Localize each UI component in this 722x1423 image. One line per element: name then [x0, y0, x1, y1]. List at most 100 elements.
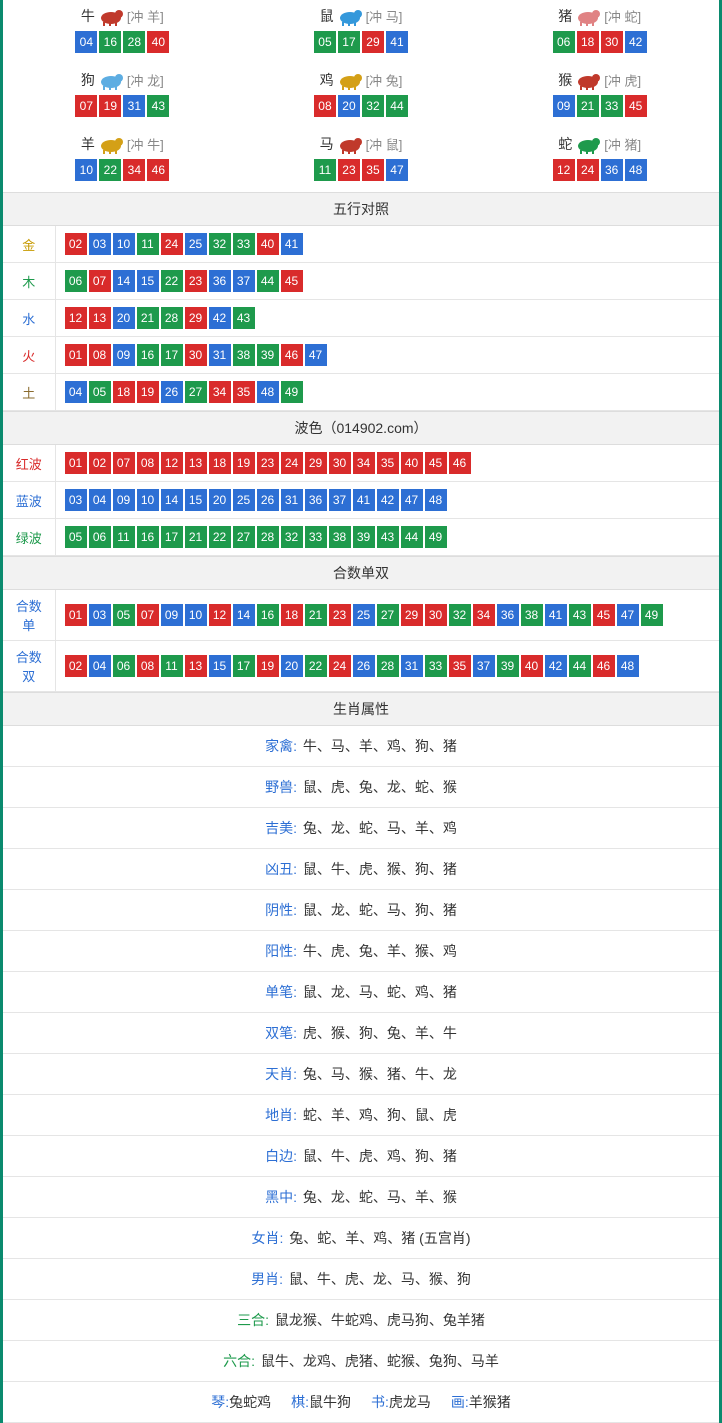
attr-row: 凶丑: 鼠、牛、虎、猴、狗、猪	[3, 849, 719, 890]
number-ball: 18	[577, 31, 599, 53]
zodiac-clash: [冲 龙]	[127, 74, 164, 89]
row-label: 水	[3, 300, 55, 337]
attr-key: 白边:	[265, 1148, 297, 1164]
zodiac-animal-icon	[95, 6, 127, 26]
number-ball: 24	[329, 655, 351, 677]
zodiac-cell: 鸡 [冲 兔] 08203244	[242, 64, 481, 128]
number-ball: 45	[625, 95, 647, 117]
number-ball: 45	[281, 270, 303, 292]
table-row: 火0108091617303138394647	[3, 337, 719, 374]
number-ball: 30	[601, 31, 623, 53]
number-ball: 01	[65, 452, 87, 474]
number-ball: 27	[233, 526, 255, 548]
heshu-table: 合数单0103050709101214161821232527293032343…	[3, 590, 719, 692]
number-ball: 11	[113, 526, 135, 548]
attr-row: 女肖: 兔、蛇、羊、鸡、猪 (五宫肖)	[3, 1218, 719, 1259]
zodiac-name: 狗	[81, 70, 95, 90]
number-ball: 37	[473, 655, 495, 677]
zodiac-cell: 猴[冲 虎]09213345	[480, 64, 719, 128]
number-ball: 11	[137, 233, 159, 255]
zodiac-name: 鸡	[320, 70, 334, 90]
number-ball: 10	[75, 159, 97, 181]
section-header-bose: 波色（014902.com）	[3, 411, 719, 445]
attr-key: 男肖:	[251, 1271, 283, 1287]
four-arts-pair: 棋:鼠牛狗	[291, 1392, 351, 1412]
number-ball: 40	[401, 452, 423, 474]
number-ball: 29	[185, 307, 207, 329]
number-ball: 25	[353, 604, 375, 626]
row-label: 土	[3, 374, 55, 411]
attr-value: 兔、马、猴、猪、牛、龙	[303, 1066, 457, 1082]
row-label: 合数单	[3, 590, 55, 641]
number-ball: 24	[281, 452, 303, 474]
number-ball: 44	[257, 270, 279, 292]
zodiac-animal-icon	[95, 70, 127, 90]
number-ball: 04	[89, 655, 111, 677]
attr-row: 野兽: 鼠、虎、兔、龙、蛇、猴	[3, 767, 719, 808]
zodiac-name: 马	[320, 134, 334, 154]
number-ball: 33	[601, 95, 623, 117]
attr-value: 鼠、虎、兔、龙、蛇、猴	[303, 779, 457, 795]
attr-row: 吉美: 兔、龙、蛇、马、羊、鸡	[3, 808, 719, 849]
zodiac-clash: [冲 兔]	[366, 74, 403, 89]
table-row: 合数双0204060811131517192022242628313335373…	[3, 641, 719, 692]
row-balls: 1213202128294243	[55, 300, 719, 337]
row-balls: 0102070812131819232429303435404546	[55, 445, 719, 482]
number-ball: 22	[161, 270, 183, 292]
number-ball: 46	[147, 159, 169, 181]
attr-row: 男肖: 鼠、牛、虎、龙、马、猴、狗	[3, 1259, 719, 1300]
number-ball: 13	[185, 452, 207, 474]
number-ball: 10	[113, 233, 135, 255]
number-ball: 39	[353, 526, 375, 548]
section-header-wuxing: 五行对照	[3, 192, 719, 226]
number-ball: 06	[553, 31, 575, 53]
number-ball: 04	[65, 381, 87, 403]
number-ball: 26	[257, 489, 279, 511]
number-ball: 15	[209, 655, 231, 677]
zodiac-cell: 马[冲 鼠]11233547	[242, 128, 481, 192]
number-ball: 48	[257, 381, 279, 403]
number-ball: 09	[113, 489, 135, 511]
number-ball: 26	[161, 381, 183, 403]
zodiac-balls: 06183042	[480, 30, 719, 54]
table-row: 红波0102070812131819232429303435404546	[3, 445, 719, 482]
number-ball: 34	[473, 604, 495, 626]
four-value: 鼠牛狗	[309, 1394, 351, 1410]
number-ball: 24	[161, 233, 183, 255]
row-balls: 04051819262734354849	[55, 374, 719, 411]
number-ball: 46	[281, 344, 303, 366]
table-row: 土04051819262734354849	[3, 374, 719, 411]
attr-row: 阳性: 牛、虎、兔、羊、猴、鸡	[3, 931, 719, 972]
number-ball: 21	[577, 95, 599, 117]
zodiac-name: 牛	[81, 6, 95, 26]
number-ball: 12	[65, 307, 87, 329]
attr-value: 鼠、龙、马、蛇、鸡、猪	[303, 984, 457, 1000]
attr-row: 天肖: 兔、马、猴、猪、牛、龙	[3, 1054, 719, 1095]
number-ball: 32	[281, 526, 303, 548]
zodiac-cell: 狗[冲 龙]07193143	[3, 64, 242, 128]
number-ball: 38	[329, 526, 351, 548]
zodiac-balls: 08203244	[242, 94, 481, 118]
number-ball: 03	[89, 233, 111, 255]
attr-row: 地肖: 蛇、羊、鸡、狗、鼠、虎	[3, 1095, 719, 1136]
number-ball: 28	[123, 31, 145, 53]
number-ball: 32	[362, 95, 384, 117]
four-arts-pair: 书:虎龙马	[371, 1392, 431, 1412]
wuxing-table: 金02031011242532334041木060714152223363744…	[3, 226, 719, 411]
four-value: 兔蛇鸡	[229, 1394, 271, 1410]
number-ball: 29	[362, 31, 384, 53]
number-ball: 23	[338, 159, 360, 181]
four-key: 棋:	[291, 1394, 309, 1410]
attr-row: 黑中: 兔、龙、蛇、马、羊、猴	[3, 1177, 719, 1218]
number-ball: 48	[617, 655, 639, 677]
attr-value: 鼠龙猴、牛蛇鸡、虎马狗、兔羊猪	[275, 1312, 485, 1328]
number-ball: 24	[577, 159, 599, 181]
number-ball: 47	[305, 344, 327, 366]
number-ball: 27	[185, 381, 207, 403]
number-ball: 13	[185, 655, 207, 677]
number-ball: 35	[362, 159, 384, 181]
number-ball: 39	[497, 655, 519, 677]
row-balls: 0108091617303138394647	[55, 337, 719, 374]
number-ball: 07	[137, 604, 159, 626]
number-ball: 30	[425, 604, 447, 626]
